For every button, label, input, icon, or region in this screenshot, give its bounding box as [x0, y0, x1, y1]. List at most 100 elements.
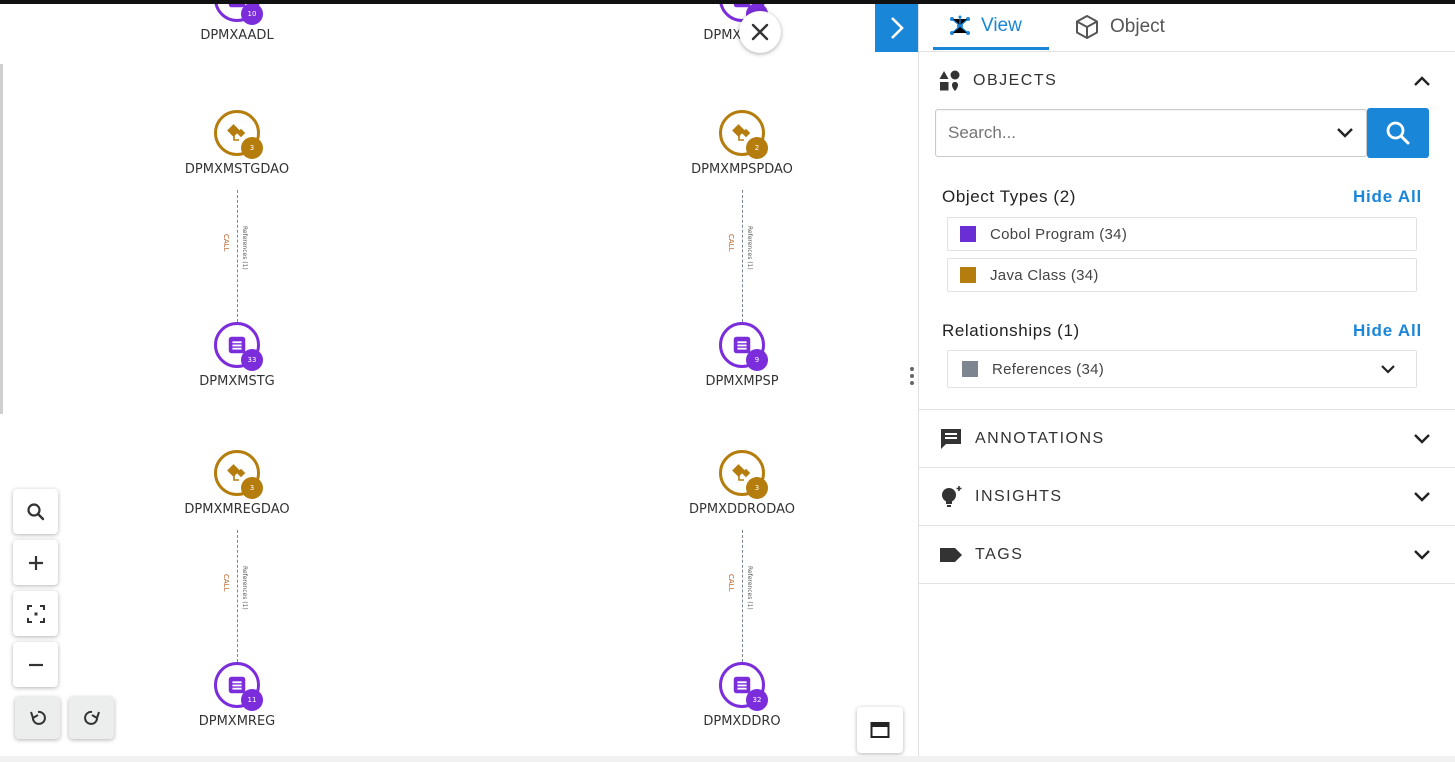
node-label: DPMXMPSPDAO: [691, 162, 793, 177]
cobol-node-circle: 32: [719, 662, 768, 711]
redo-icon: [83, 710, 100, 725]
relationships-hide-all-link[interactable]: Hide All: [1353, 321, 1422, 341]
node-label: DPMXMSTG: [199, 374, 275, 389]
node-count-badge: 3: [746, 477, 768, 499]
chevron-up-icon[interactable]: [1413, 73, 1431, 89]
node-label: DPMXMPSP: [705, 374, 779, 389]
node-label: DPMXMREGDAO: [184, 502, 290, 517]
graph-edge[interactable]: [237, 190, 238, 322]
node-count-badge: 3: [241, 477, 263, 499]
edge-call-label: CALL: [727, 574, 735, 592]
graph-node-java[interactable]: 2 DPMXMPSPDAO: [672, 110, 812, 177]
node-label: DPMXDDRODAO: [689, 502, 795, 517]
graph-node-cobol[interactable]: 33 DPMXMSTG: [167, 322, 307, 389]
node-count-badge: 3: [241, 137, 263, 159]
node-count-badge: 10: [241, 4, 263, 25]
section-title: OBJECTS: [973, 72, 1058, 89]
type-color-swatch: [960, 226, 976, 242]
close-icon: [751, 23, 769, 41]
graph-node-cobol[interactable]: 10 DPMXAADL: [167, 4, 307, 43]
java-node-circle: 3: [214, 110, 263, 159]
graph-node-cobol[interactable]: 9 DPMXMPSP: [672, 322, 812, 389]
chevron-down-icon[interactable]: [1336, 126, 1354, 140]
java-node-circle: 2: [719, 110, 768, 159]
section-title: TAGS: [975, 545, 1024, 563]
tab-object-label: Object: [1110, 16, 1165, 37]
fit-screen-icon: [26, 604, 45, 623]
graph-node-java[interactable]: 3 DPMXMREGDAO: [167, 450, 307, 517]
shapes-icon: [939, 70, 960, 91]
tag-icon: [940, 547, 962, 562]
node-count-badge: 2: [746, 137, 768, 159]
edge-ref-label: References (1): [746, 566, 753, 610]
search-icon: [26, 502, 44, 520]
object-type-item[interactable]: Java Class (34): [947, 258, 1417, 292]
graph-edge[interactable]: [742, 190, 743, 322]
chevron-down-icon[interactable]: [1380, 362, 1396, 376]
java-node-circle: 3: [214, 450, 263, 499]
edge-ref-label: References (1): [241, 566, 248, 610]
type-label: Java Class (34): [990, 266, 1099, 284]
annotations-section-header[interactable]: ANNOTATIONS: [919, 410, 1455, 467]
lightbulb-icon: [942, 485, 962, 507]
panel-resize-handle[interactable]: [909, 367, 914, 385]
edge-call-label: CALL: [727, 234, 735, 252]
type-color-swatch: [960, 267, 976, 283]
object-types-hide-all-link[interactable]: Hide All: [1353, 187, 1422, 207]
type-label: Cobol Program (34): [990, 225, 1128, 243]
object-type-item[interactable]: Cobol Program (34): [947, 217, 1417, 251]
graph-network-icon: [950, 15, 970, 35]
redo-button[interactable]: [69, 697, 114, 739]
graph-edge[interactable]: [742, 530, 743, 662]
zoom-out-button[interactable]: [13, 642, 58, 687]
graph-edge[interactable]: [237, 530, 238, 662]
close-button[interactable]: [739, 11, 781, 53]
tab-object[interactable]: Object: [1074, 4, 1165, 50]
collapse-panel-button[interactable]: [875, 4, 918, 52]
node-label: DPMXMSTGDAO: [184, 162, 290, 177]
section-title: INSIGHTS: [975, 487, 1063, 505]
plus-icon: [28, 555, 43, 570]
object-types-title: Object Types (2): [942, 187, 1077, 206]
side-panel: View Object OBJECTS Object Types (2) Hid…: [918, 4, 1455, 756]
zoom-in-button[interactable]: [13, 540, 58, 585]
fit-to-screen-button[interactable]: [13, 591, 58, 636]
java-node-circle: 3: [719, 450, 768, 499]
cobol-node-circle: 9: [719, 322, 768, 371]
minus-icon: [28, 663, 43, 666]
chevron-down-icon[interactable]: [1413, 547, 1431, 563]
search-input[interactable]: [946, 122, 1330, 144]
graph-node-cobol[interactable]: 32 DPMXDDRO: [672, 662, 812, 729]
edge-ref-label: References (1): [241, 226, 248, 270]
relationships-title: Relationships (1): [942, 321, 1080, 340]
window-icon: [870, 722, 890, 738]
fullscreen-button[interactable]: [857, 707, 903, 753]
graph-node-cobol[interactable]: 11 DPMXMREG: [167, 662, 307, 729]
canvas-left-edge: [0, 64, 3, 414]
insights-section-header[interactable]: INSIGHTS: [919, 468, 1455, 525]
relationship-item[interactable]: References (34): [947, 350, 1417, 388]
search-graph-button[interactable]: [13, 489, 58, 534]
section-title: ANNOTATIONS: [975, 429, 1105, 447]
relationship-color-swatch: [962, 361, 978, 377]
tags-section-header[interactable]: TAGS: [919, 526, 1455, 583]
objects-section-header[interactable]: OBJECTS: [919, 64, 1455, 98]
node-label: DPMXMREG: [198, 714, 276, 729]
chevron-down-icon[interactable]: [1413, 431, 1431, 447]
undo-button[interactable]: [15, 697, 60, 739]
cube-icon: [1076, 15, 1098, 39]
tab-view-label: View: [981, 14, 1022, 36]
dependency-graph-canvas[interactable]: CALL References (1) CALL References (1) …: [0, 4, 918, 756]
graph-node-java[interactable]: 3 DPMXMSTGDAO: [167, 110, 307, 177]
graph-node-java[interactable]: 3 DPMXDDRODAO: [672, 450, 812, 517]
chevron-down-icon[interactable]: [1413, 489, 1431, 505]
edge-ref-label: References (1): [746, 226, 753, 270]
node-label: DPMXDDRO: [703, 714, 781, 729]
search-icon: [1386, 121, 1410, 145]
search-button[interactable]: [1367, 108, 1429, 158]
cobol-node-circle: 33: [214, 322, 263, 371]
node-count-badge: 32: [746, 689, 768, 711]
tab-view[interactable]: View: [933, 4, 1049, 50]
node-label: DPMXAADL: [200, 28, 274, 43]
cobol-node-circle: 11: [214, 662, 263, 711]
